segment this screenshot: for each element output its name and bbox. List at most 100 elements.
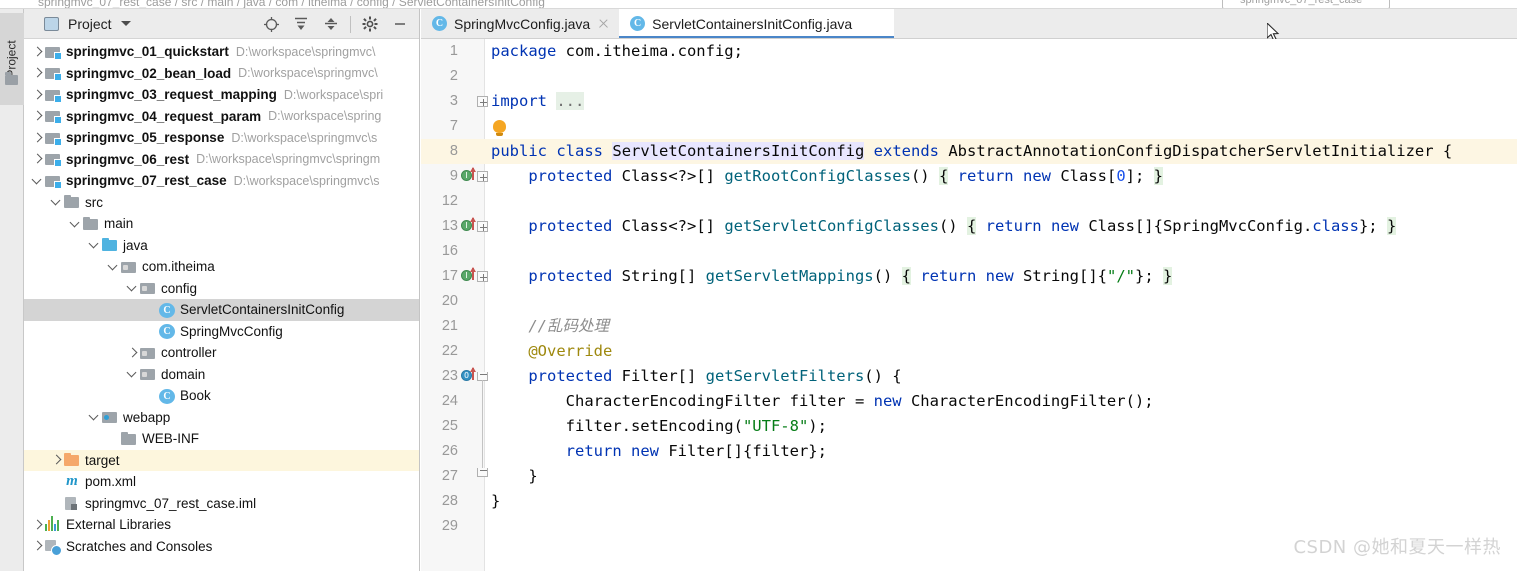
chevron-right-icon[interactable] [31,89,43,101]
collapse-all-icon[interactable] [316,11,346,37]
code-line-26[interactable]: 26 return new Filter[]{filter}; [421,439,1517,464]
code-line-text: public class ServletContainersInitConfig… [491,142,1453,160]
chevron-down-icon[interactable] [88,239,100,251]
code-line-9[interactable]: 9I protected Class<?>[] getRootConfigCla… [421,164,1517,189]
code-line-16[interactable]: 16 [421,239,1517,264]
expand-all-icon[interactable] [286,11,316,37]
code-line-23[interactable]: 23 O protected Filter[] getServletFilters… [421,364,1517,389]
code-line-2[interactable]: 2 [421,64,1517,89]
tree-node-springmvc-02-bean-load[interactable]: springmvc_02_bean_load D:\workspace\sprin… [24,63,419,85]
tree-node-springmvc-01-quickstart[interactable]: springmvc_01_quickstart D:\workspace\spri… [24,41,419,63]
tool-window-tab-project[interactable]: Project [0,13,24,105]
tree-node-pom-xml[interactable]: m pom.xml [24,471,419,493]
chevron-right-icon[interactable] [50,454,62,466]
chevron-right-icon[interactable] [31,519,43,531]
chevron-down-icon[interactable] [50,196,62,208]
code-line-12[interactable]: 12 [421,189,1517,214]
exfolder-icon [64,452,80,468]
code-line-27[interactable]: 27 } [421,464,1517,489]
chevron-right-icon[interactable] [31,153,43,165]
chevron-right-icon[interactable] [126,347,138,359]
code-line-24[interactable]: 24 CharacterEncodingFilter filter = new … [421,389,1517,414]
fold-expand-icon[interactable] [477,96,488,107]
tree-node-springmvc-04-request-param[interactable]: springmvc_04_request_param D:\workspace\s… [24,106,419,128]
minimize-icon[interactable] [385,11,415,37]
chevron-down-icon[interactable] [88,411,100,423]
tree-node-scratches-and-consoles[interactable]: Scratches and Consoles [24,536,419,558]
pkg-icon [140,366,156,382]
fold-collapse-icon[interactable] [477,468,488,477]
fold-expand-icon[interactable] [477,271,488,282]
tree-node-com-itheima[interactable]: com.itheima [24,256,419,278]
chevron-down-icon[interactable] [126,282,138,294]
select-opened-file-icon[interactable] [256,11,286,37]
intention-bulb-icon[interactable] [493,120,506,136]
chevron-down-icon[interactable] [126,368,138,380]
tree-node-springmvc-07-rest-case-iml[interactable]: springmvc_07_rest_case.iml [24,493,419,515]
tree-node-springmvcconfig[interactable]: C SpringMvcConfig [24,321,419,343]
code-line-21[interactable]: 21 //乱码处理 [421,314,1517,339]
code-line-13[interactable]: 13 I protected Class<?>[] getServletConfi… [421,214,1517,239]
code-line-17[interactable]: 17 I protected String[] getServletMapping… [421,264,1517,289]
tree-node-springmvc-03-request-mapping[interactable]: springmvc_03_request_mapping D:\workspace… [24,84,419,106]
chevron-down-icon[interactable] [120,21,131,26]
code-line-1[interactable]: 1 package com.itheima.config; [421,39,1517,64]
tree-node-domain[interactable]: domain [24,364,419,386]
tree-node-web-inf[interactable]: WEB-INF [24,428,419,450]
tree-node-springmvc-07-rest-case[interactable]: springmvc_07_rest_case D:\workspace\sprin… [24,170,419,192]
tree-node-main[interactable]: main [24,213,419,235]
code-line-20[interactable]: 20 [421,289,1517,314]
tree-node-src[interactable]: src [24,192,419,214]
chevron-down-icon[interactable] [69,218,81,230]
tree-node-path: D:\workspace\springmvc\springm [196,152,381,167]
chevron-right-icon[interactable] [31,110,43,122]
tree-node-label: Scratches and Consoles [66,538,213,554]
line-number: 21 [441,318,458,334]
line-number: 13 [441,218,458,234]
editor-tab-springmvcconfig-java[interactable]: C SpringMvcConfig.java [421,9,620,38]
tree-node-path: D:\workspace\springmvc\ [238,66,378,81]
folder-icon [121,431,137,447]
tree-node-config[interactable]: config [24,278,419,300]
line-number: 12 [441,193,458,209]
code-line-22[interactable]: 22 @Override [421,339,1517,364]
code-line-text: @Override [528,342,613,360]
code-editor[interactable]: 1 package com.itheima.config; 2 3 import ...… [421,39,1517,571]
fold-expand-icon[interactable] [477,171,488,182]
tree-node-java[interactable]: java [24,235,419,257]
java-class-icon: C [432,16,447,31]
tree-node-target[interactable]: target [24,449,419,471]
pkg-icon [140,280,156,296]
fold-expand-icon[interactable] [477,221,488,232]
chevron-right-icon[interactable] [31,46,43,58]
project-tree[interactable]: springmvc_01_quickstart D:\workspace\spri… [24,39,419,557]
chevron-right-icon[interactable] [31,540,43,552]
breadcrumb[interactable]: springmvc_07_rest_case / src / main / ja… [38,0,545,8]
tree-node-springmvc-05-response[interactable]: springmvc_05_response D:\workspace\spring… [24,127,419,149]
chevron-right-icon[interactable] [31,132,43,144]
gear-icon[interactable] [355,11,385,37]
code-line-7[interactable]: 7 [421,114,1517,139]
pkg-icon [140,345,156,361]
tree-node-book[interactable]: C Book [24,385,419,407]
close-icon[interactable] [597,17,610,30]
code-line-8[interactable]: 8 public class ServletContainersInitConfi… [421,139,1517,164]
code-line-28[interactable]: 28} [421,489,1517,514]
module-icon [45,87,62,103]
tree-node-springmvc-06-rest[interactable]: springmvc_06_rest D:\workspace\springmvc\… [24,149,419,171]
code-line-25[interactable]: 25 filter.setEncoding("UTF-8"); [421,414,1517,439]
tree-node-label: Book [180,388,211,404]
tree-node-label: pom.xml [85,474,137,490]
tree-node-servletcontainersinitconfig[interactable]: C ServletContainersInitConfig [24,299,419,321]
tree-node-external-libraries[interactable]: External Libraries [24,514,419,536]
srcfolder-icon [102,237,118,253]
tree-node-controller[interactable]: controller [24,342,419,364]
chevron-right-icon[interactable] [31,67,43,79]
editor-tab-servletcontainersinitconfig-java[interactable]: C ServletContainersInitConfig.java [619,9,895,38]
chevron-down-icon[interactable] [107,261,119,273]
code-line-3[interactable]: 3 import ... [421,89,1517,114]
chevron-down-icon[interactable] [31,175,43,187]
tree-node-webapp[interactable]: webapp [24,407,419,429]
